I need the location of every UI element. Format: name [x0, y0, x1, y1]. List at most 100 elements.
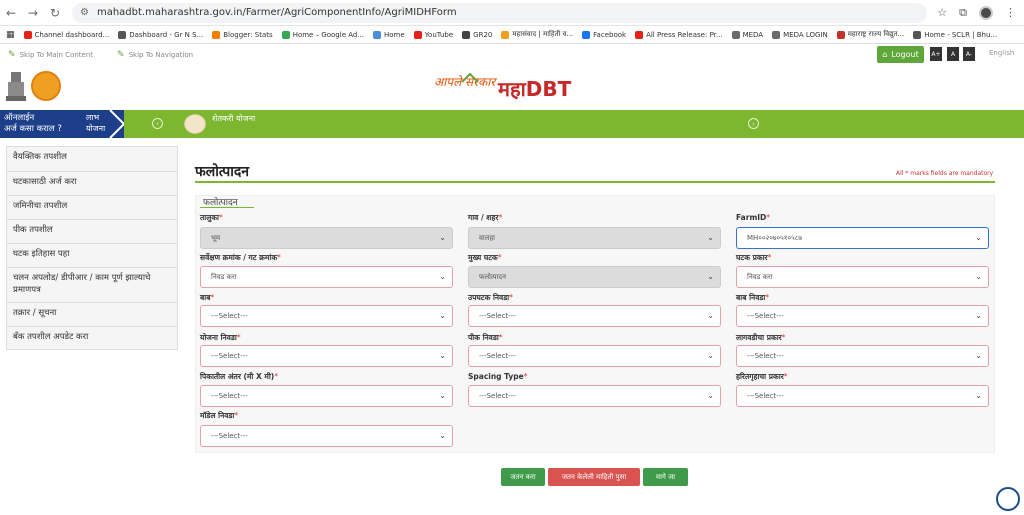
bookmark-favicon-icon — [23, 30, 32, 39]
online-apply-help[interactable]: ऑनलाईन अर्ज कसा कराल ? — [0, 110, 80, 138]
sidebar-item-bank[interactable]: बँक तपशील अपडेट करा — [6, 326, 178, 350]
upghatak-label-text: उपघटक निवडा — [468, 293, 510, 302]
bab-nivda-select[interactable]: ---Select--- ⌄ — [736, 305, 989, 327]
sidebar: वैयक्तिक तपशील घटकासाठी अर्ज करा जमिनीचा… — [6, 146, 178, 350]
skip-nav-link[interactable]: ✎ Skip To Navigation — [117, 50, 193, 60]
bookmark-item[interactable]: Home — [373, 30, 405, 39]
bookmark-item[interactable]: Dashboard - Gr N S... — [118, 30, 204, 39]
menu-dots-icon[interactable]: ⋮ — [1005, 6, 1016, 19]
mukhya-select[interactable]: फलोत्पादन ⌄ — [468, 266, 721, 288]
state-emblem-icon — [6, 72, 26, 101]
upghatak-select[interactable]: ---Select--- ⌄ — [468, 305, 721, 327]
clear-saved-button[interactable]: जतन केलेली माहिती पुसा — [548, 468, 640, 486]
chevron-left-icon[interactable]: ‹ — [152, 118, 163, 129]
survey-label-text: सर्वेक्षण क्रमांक / गट क्रमांक — [200, 253, 278, 262]
model-select[interactable]: ---Select--- ⌄ — [200, 425, 453, 447]
farmid-select[interactable]: MH००२०७०५१०५८७ ⌄ — [736, 227, 989, 249]
peek-select[interactable]: ---Select--- ⌄ — [468, 345, 721, 367]
bookmark-item[interactable]: महाराष्ट्र राज्य विद्युत... — [836, 30, 904, 39]
brand-mahadbt: महाDBT — [497, 77, 572, 101]
browser-toolbar: ← → ↻ ⚙ mahadbt.maharashtra.gov.in/Farme… — [0, 0, 1024, 26]
home-icon: ⌂ — [882, 50, 888, 59]
sidebar-item-upload[interactable]: चलन अपलोड/ डीपीआर / काम पूर्ण झाल्याचे प… — [6, 267, 178, 302]
ghatak-prakar-select[interactable]: निवड करा ⌄ — [736, 266, 989, 288]
chevron-down-icon: ⌄ — [439, 391, 446, 400]
font-normal-button[interactable]: A — [947, 47, 959, 61]
bookmark-favicon-icon — [836, 30, 845, 39]
bookmark-item[interactable]: Blogger: Stats — [212, 30, 273, 39]
survey-value: निवड करा — [211, 272, 237, 281]
sidebar-item-complaint[interactable]: तक्रार / सूचना — [6, 302, 178, 326]
bookmark-label: Dashboard - Gr N S... — [129, 30, 204, 39]
peek-value: ---Select--- — [479, 352, 516, 360]
add-button[interactable]: जतन करा — [501, 468, 545, 486]
font-decrease-button[interactable]: A- — [963, 47, 975, 61]
address-bar[interactable]: ⚙ mahadbt.maharashtra.gov.in/Farmer/Agri… — [72, 2, 928, 23]
site-settings-icon[interactable]: ⚙ — [80, 7, 89, 18]
bookmark-item[interactable]: Home – Google Ad... — [281, 30, 365, 39]
bookmark-favicon-icon — [212, 30, 221, 39]
bookmark-item[interactable]: Home - SCLR | Bhu... — [913, 30, 998, 39]
bab-select[interactable]: ---Select--- ⌄ — [200, 305, 453, 327]
pikatil-select[interactable]: ---Select--- ⌄ — [200, 385, 453, 407]
sidebar-item-apply[interactable]: घटकासाठी अर्ज करा — [6, 171, 178, 195]
sidebar-item-crop[interactable]: पीक तपशील — [6, 219, 178, 243]
gaon-select[interactable]: वालहा ⌄ — [468, 227, 721, 249]
bookmark-label: Home – Google Ad... — [292, 30, 365, 39]
bookmark-item[interactable]: MEDA — [731, 30, 763, 39]
taluka-value: भूम — [211, 233, 221, 242]
bookmark-label: Home - SCLR | Bhu... — [924, 30, 998, 39]
bookmark-item[interactable]: MEDA LOGIN — [772, 30, 828, 39]
bookmark-item[interactable]: Channel dashboard... — [23, 30, 109, 39]
chevron-down-icon: ⌄ — [975, 233, 982, 242]
survey-select[interactable]: निवड करा ⌄ — [200, 266, 453, 288]
extensions-icon[interactable]: ⧉ — [959, 6, 967, 20]
back-arrow-icon[interactable]: ← — [0, 6, 22, 20]
font-increase-button[interactable]: A+ — [930, 47, 942, 61]
bookmark-favicon-icon — [413, 30, 422, 39]
lagvad-select[interactable]: ---Select--- ⌄ — [736, 345, 989, 367]
chevron-right-icon[interactable]: › — [748, 118, 759, 129]
farmid-value: MH००२०७०५१०५८७ — [747, 233, 802, 242]
reload-icon[interactable]: ↻ — [44, 6, 66, 20]
chevron-down-icon: ⌄ — [707, 351, 714, 360]
language-toggle[interactable]: English — [989, 49, 1014, 57]
bookmark-item[interactable]: YouTube — [413, 30, 453, 39]
logout-button[interactable]: ⌂ Logout — [877, 46, 924, 63]
sheti-yojana-label[interactable]: शेतकरी योजना — [212, 113, 255, 124]
sidebar-item-history[interactable]: घटक इतिहास पहा — [6, 243, 178, 267]
profile-avatar[interactable] — [979, 5, 993, 20]
online-line2: अर्ज कसा कराल ? — [4, 124, 62, 134]
apps-grid-icon[interactable]: ▦ — [6, 30, 15, 40]
taluka-select[interactable]: भूम ⌄ — [200, 227, 453, 249]
skip-main-link[interactable]: ✎ Skip To Main Content — [8, 50, 93, 60]
farmid-label: FarmID* — [736, 213, 771, 222]
bookmark-item[interactable]: Facebook — [582, 30, 626, 39]
haritgruh-select[interactable]: ---Select--- ⌄ — [736, 385, 989, 407]
gaon-label-text: गाव / शहर — [468, 213, 499, 222]
yojana-select[interactable]: ---Select--- ⌄ — [200, 345, 453, 367]
sidebar-item-land[interactable]: जमिनीचा तपशील — [6, 195, 178, 219]
bookmark-favicon-icon — [281, 30, 290, 39]
model-label: मॉडेल निवडा* — [200, 411, 239, 420]
ghatak-prakar-label: घटक प्रकार* — [736, 253, 772, 262]
bookmark-favicon-icon — [462, 30, 471, 39]
bookmark-item[interactable]: All Press Release: Pr... — [635, 30, 723, 39]
chevron-down-icon: ⌄ — [975, 272, 982, 281]
sidebar-item-personal[interactable]: वैयक्तिक तपशील — [6, 146, 178, 171]
bookmark-label: All Press Release: Pr... — [646, 30, 723, 39]
bookmark-label: Home — [384, 30, 405, 39]
bookmark-star-icon[interactable]: ☆ — [937, 6, 947, 19]
lagvad-value: ---Select--- — [747, 352, 784, 360]
ghatak-prakar-value: निवड करा — [747, 272, 773, 281]
upghatak-label: उपघटक निवडा* — [468, 293, 513, 302]
spacing-select[interactable]: ---Select--- ⌄ — [468, 385, 721, 407]
channel-watermark-logo — [996, 487, 1020, 511]
bookmark-item[interactable]: महासंवाद | माहिती व... — [501, 30, 573, 39]
chevron-down-icon: ⌄ — [975, 311, 982, 320]
back-button[interactable]: मागे जा — [643, 468, 688, 486]
forward-arrow-icon[interactable]: → — [22, 6, 44, 20]
chevron-down-icon: ⌄ — [707, 311, 714, 320]
survey-label: सर्वेक्षण क्रमांक / गट क्रमांक* — [200, 253, 281, 262]
bookmark-item[interactable]: GR20 — [462, 30, 492, 39]
